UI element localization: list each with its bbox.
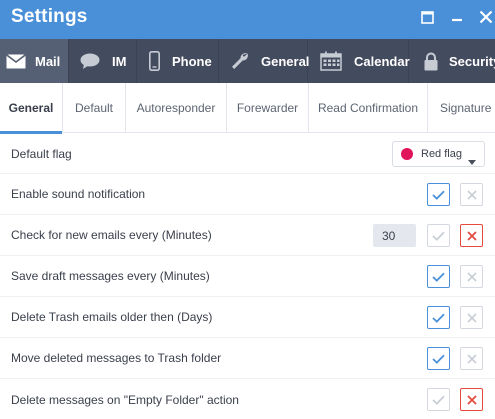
red-flag-dot-icon — [401, 148, 413, 160]
maximize-button[interactable] — [418, 8, 436, 26]
tab-calendar[interactable]: Calendar — [308, 39, 410, 83]
subtab-autoresponder[interactable]: Autoresponder — [126, 83, 227, 133]
wrench-icon — [230, 51, 250, 71]
tab-phone-label: Phone — [172, 53, 212, 69]
tab-general[interactable]: General — [219, 39, 310, 83]
settings-list: Default flag Red flag Enable sound notif… — [0, 134, 495, 419]
settings-window: Settings Mail IM Phone General Calendar … — [0, 0, 495, 419]
minimize-button[interactable] — [448, 8, 466, 26]
default-flag-value: Red flag — [421, 148, 462, 160]
subtab-forewarder[interactable]: Forewarder — [227, 83, 309, 133]
cross-icon — [466, 230, 477, 241]
disable-cross-button[interactable] — [460, 347, 483, 370]
tab-calendar-label: Calendar — [354, 53, 410, 69]
tab-mail-label: Mail — [35, 53, 61, 69]
subtab-default[interactable]: Default — [63, 83, 126, 133]
setting-label: Save draft messages every (Minutes) — [11, 269, 210, 283]
main-tab-bar: Mail IM Phone General Calendar Securit — [0, 39, 495, 83]
check-icon — [432, 272, 445, 282]
disable-cross-button[interactable] — [460, 388, 483, 411]
setting-label: Check for new emails every (Minutes) — [11, 228, 212, 242]
cross-icon — [466, 189, 477, 200]
tab-im-label: IM — [112, 53, 127, 69]
setting-row-default-flag: Default flag Red flag — [0, 134, 495, 174]
enable-check-button[interactable] — [427, 183, 450, 206]
setting-row-delete-trash: Delete Trash emails older then (Days) — [0, 297, 495, 338]
enable-check-button[interactable] — [427, 224, 450, 247]
cross-icon — [466, 353, 477, 364]
disable-cross-button[interactable] — [460, 183, 483, 206]
title-bar: Settings — [0, 0, 495, 39]
setting-row-empty-folder: Delete messages on "Empty Folder" action — [0, 379, 495, 419]
minimize-icon — [452, 18, 462, 22]
close-button[interactable] — [477, 8, 495, 26]
chat-bubble-icon — [80, 53, 100, 70]
calendar-icon — [320, 51, 342, 71]
disable-cross-button[interactable] — [460, 224, 483, 247]
cross-icon — [466, 312, 477, 323]
envelope-icon — [6, 53, 26, 69]
enable-check-button[interactable] — [427, 347, 450, 370]
tab-phone[interactable]: Phone — [137, 39, 219, 83]
cross-icon — [466, 271, 477, 282]
check-icon — [432, 231, 445, 241]
disable-cross-button[interactable] — [460, 265, 483, 288]
check-icon — [432, 354, 445, 364]
subtab-signature[interactable]: Signature — [428, 83, 495, 133]
setting-row-sound-notification: Enable sound notification — [0, 174, 495, 215]
close-icon — [479, 10, 493, 24]
setting-row-move-to-trash: Move deleted messages to Trash folder — [0, 338, 495, 379]
phone-icon — [149, 51, 160, 71]
tab-security[interactable]: Security — [409, 39, 495, 83]
tab-general-label: General — [261, 53, 310, 69]
cross-icon — [466, 394, 477, 405]
window-title: Settings — [11, 6, 88, 27]
setting-row-check-new-emails: Check for new emails every (Minutes) 30 — [0, 215, 495, 256]
enable-check-button[interactable] — [427, 306, 450, 329]
setting-row-save-drafts: Save draft messages every (Minutes) — [0, 256, 495, 297]
subtab-general[interactable]: General — [0, 83, 63, 134]
check-interval-input[interactable]: 30 — [373, 224, 416, 247]
check-icon — [432, 395, 445, 405]
sub-tab-bar: General Default Autoresponder Forewarder… — [0, 83, 495, 134]
subtab-read-confirmation[interactable]: Read Confirmation — [309, 83, 428, 133]
disable-cross-button[interactable] — [460, 306, 483, 329]
setting-label: Move deleted messages to Trash folder — [11, 351, 222, 365]
setting-label: Enable sound notification — [11, 187, 146, 201]
tab-security-label: Security — [449, 53, 495, 69]
enable-check-button[interactable] — [427, 265, 450, 288]
default-flag-dropdown[interactable]: Red flag — [392, 141, 485, 167]
setting-label: Delete Trash emails older then (Days) — [11, 310, 213, 324]
chevron-down-icon — [468, 152, 476, 170]
setting-label: Default flag — [11, 146, 72, 161]
tab-mail[interactable]: Mail — [0, 39, 69, 83]
tab-im[interactable]: IM — [69, 39, 137, 83]
check-icon — [432, 190, 445, 200]
maximize-icon — [420, 10, 434, 24]
setting-label: Delete messages on "Empty Folder" action — [11, 392, 239, 407]
check-icon — [432, 313, 445, 323]
enable-check-button[interactable] — [427, 388, 450, 411]
lock-icon — [424, 52, 438, 71]
